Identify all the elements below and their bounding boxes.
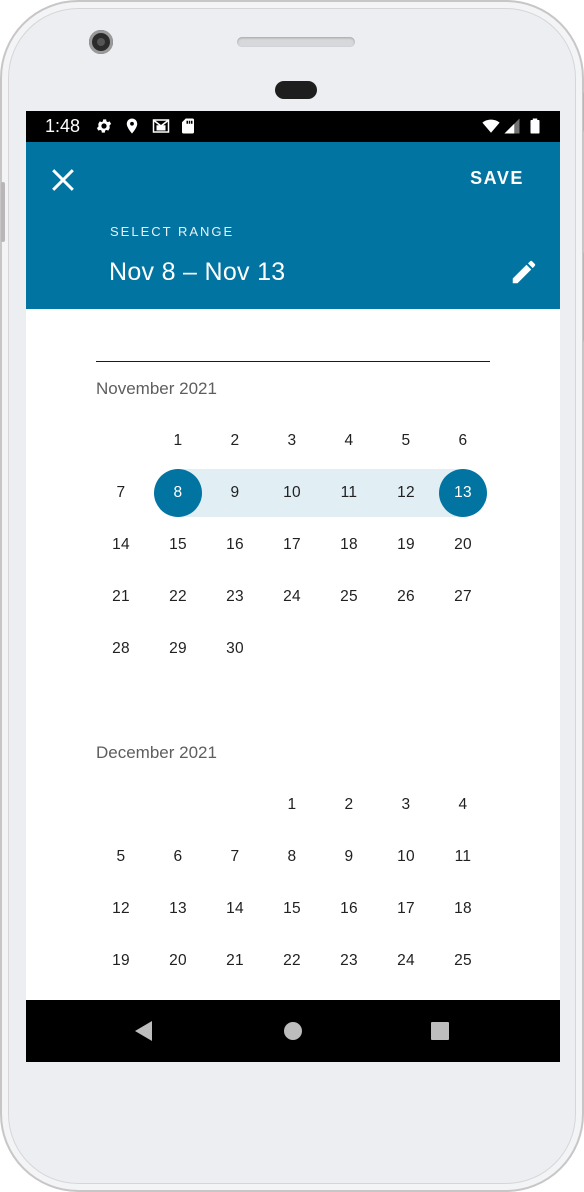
day-cell[interactable]: 26 <box>382 573 430 621</box>
day-cell[interactable]: 15 <box>268 885 316 933</box>
home-icon[interactable] <box>281 1019 305 1043</box>
location-icon <box>126 118 138 134</box>
day-cell[interactable]: 14 <box>211 885 259 933</box>
day-cell[interactable]: 13 <box>154 885 202 933</box>
date-range-header: SAVE SELECT RANGE Nov 8 – Nov 13 <box>26 142 560 309</box>
day-cell[interactable]: 22 <box>268 937 316 985</box>
close-icon[interactable] <box>48 165 78 195</box>
screen: 1:48 SAVE SELECT RANGE Nov 8 – Nov 13 No… <box>26 111 560 1062</box>
edit-icon[interactable] <box>509 257 539 287</box>
day-cell[interactable]: 23 <box>211 573 259 621</box>
day-cell[interactable]: 25 <box>439 937 487 985</box>
selected-range-title: Nov 8 – Nov 13 <box>109 258 286 286</box>
day-cell[interactable]: 25 <box>325 573 373 621</box>
status-time: 1:48 <box>45 116 81 136</box>
day-cell[interactable]: 28 <box>97 625 145 673</box>
front-camera <box>89 30 113 54</box>
day-cell[interactable]: 23 <box>325 937 373 985</box>
day-cell[interactable]: 30 <box>211 625 259 673</box>
day-cell[interactable]: 18 <box>325 521 373 569</box>
battery-icon <box>530 118 540 134</box>
day-cell[interactable]: 5 <box>97 833 145 881</box>
status-bar: 1:48 <box>26 111 560 142</box>
day-cell[interactable]: 27 <box>439 573 487 621</box>
day-cell[interactable]: 20 <box>439 521 487 569</box>
select-range-label: SELECT RANGE <box>110 224 235 239</box>
day-cell[interactable]: 24 <box>382 937 430 985</box>
day-cell[interactable]: 20 <box>154 937 202 985</box>
day-cell[interactable]: 16 <box>211 521 259 569</box>
day-cell[interactable]: 11 <box>439 833 487 881</box>
day-cell[interactable]: 16 <box>325 885 373 933</box>
day-cell[interactable]: 19 <box>382 521 430 569</box>
month-label: November 2021 <box>96 379 217 398</box>
back-icon[interactable] <box>132 1019 156 1043</box>
recents-icon[interactable] <box>428 1019 452 1043</box>
day-cell[interactable]: 13 <box>439 469 487 517</box>
day-cell[interactable]: 4 <box>325 417 373 465</box>
day-cell[interactable]: 3 <box>382 781 430 829</box>
day-cell[interactable]: 12 <box>382 469 430 517</box>
navigation-bar <box>26 1000 560 1062</box>
day-cell[interactable]: 7 <box>211 833 259 881</box>
day-cell[interactable]: 1 <box>268 781 316 829</box>
divider <box>96 361 490 362</box>
day-cell[interactable]: 6 <box>154 833 202 881</box>
settings-icon <box>96 119 112 133</box>
day-cell[interactable]: 24 <box>268 573 316 621</box>
day-cell[interactable]: 8 <box>268 833 316 881</box>
sd-card-icon <box>182 118 194 134</box>
day-cell[interactable]: 14 <box>97 521 145 569</box>
day-cell[interactable]: 6 <box>439 417 487 465</box>
day-cell[interactable]: 18 <box>439 885 487 933</box>
day-cell[interactable]: 17 <box>268 521 316 569</box>
calendar-scroll-area[interactable]: November 2021 1 2 3 4 5 6 7 8 9 10 11 12 13 14 15 16 17 18… <box>26 309 560 1000</box>
day-cell[interactable]: 1 <box>154 417 202 465</box>
day-cell[interactable]: 29 <box>154 625 202 673</box>
day-cell[interactable]: 2 <box>211 417 259 465</box>
day-cell[interactable]: 10 <box>382 833 430 881</box>
day-cell[interactable]: 8 <box>154 469 202 517</box>
wifi-icon <box>482 119 500 133</box>
day-cell[interactable]: 17 <box>382 885 430 933</box>
day-cell[interactable]: 9 <box>211 469 259 517</box>
phone-side-button <box>1 182 5 242</box>
day-cell[interactable]: 12 <box>97 885 145 933</box>
signal-icon <box>504 118 520 134</box>
day-cell[interactable]: 4 <box>439 781 487 829</box>
day-cell[interactable]: 3 <box>268 417 316 465</box>
day-cell[interactable]: 11 <box>325 469 373 517</box>
day-cell[interactable]: 21 <box>211 937 259 985</box>
save-button[interactable]: SAVE <box>462 168 532 194</box>
day-cell[interactable]: 5 <box>382 417 430 465</box>
gmail-icon <box>152 119 170 133</box>
day-cell[interactable]: 2 <box>325 781 373 829</box>
day-cell[interactable]: 10 <box>268 469 316 517</box>
earpiece <box>275 81 317 99</box>
month-label: December 2021 <box>96 743 217 762</box>
day-cell[interactable]: 19 <box>97 937 145 985</box>
day-cell[interactable]: 22 <box>154 573 202 621</box>
day-cell[interactable]: 7 <box>97 469 145 517</box>
day-cell[interactable]: 21 <box>97 573 145 621</box>
speaker-grille <box>237 37 355 47</box>
day-cell[interactable]: 9 <box>325 833 373 881</box>
day-cell[interactable]: 15 <box>154 521 202 569</box>
